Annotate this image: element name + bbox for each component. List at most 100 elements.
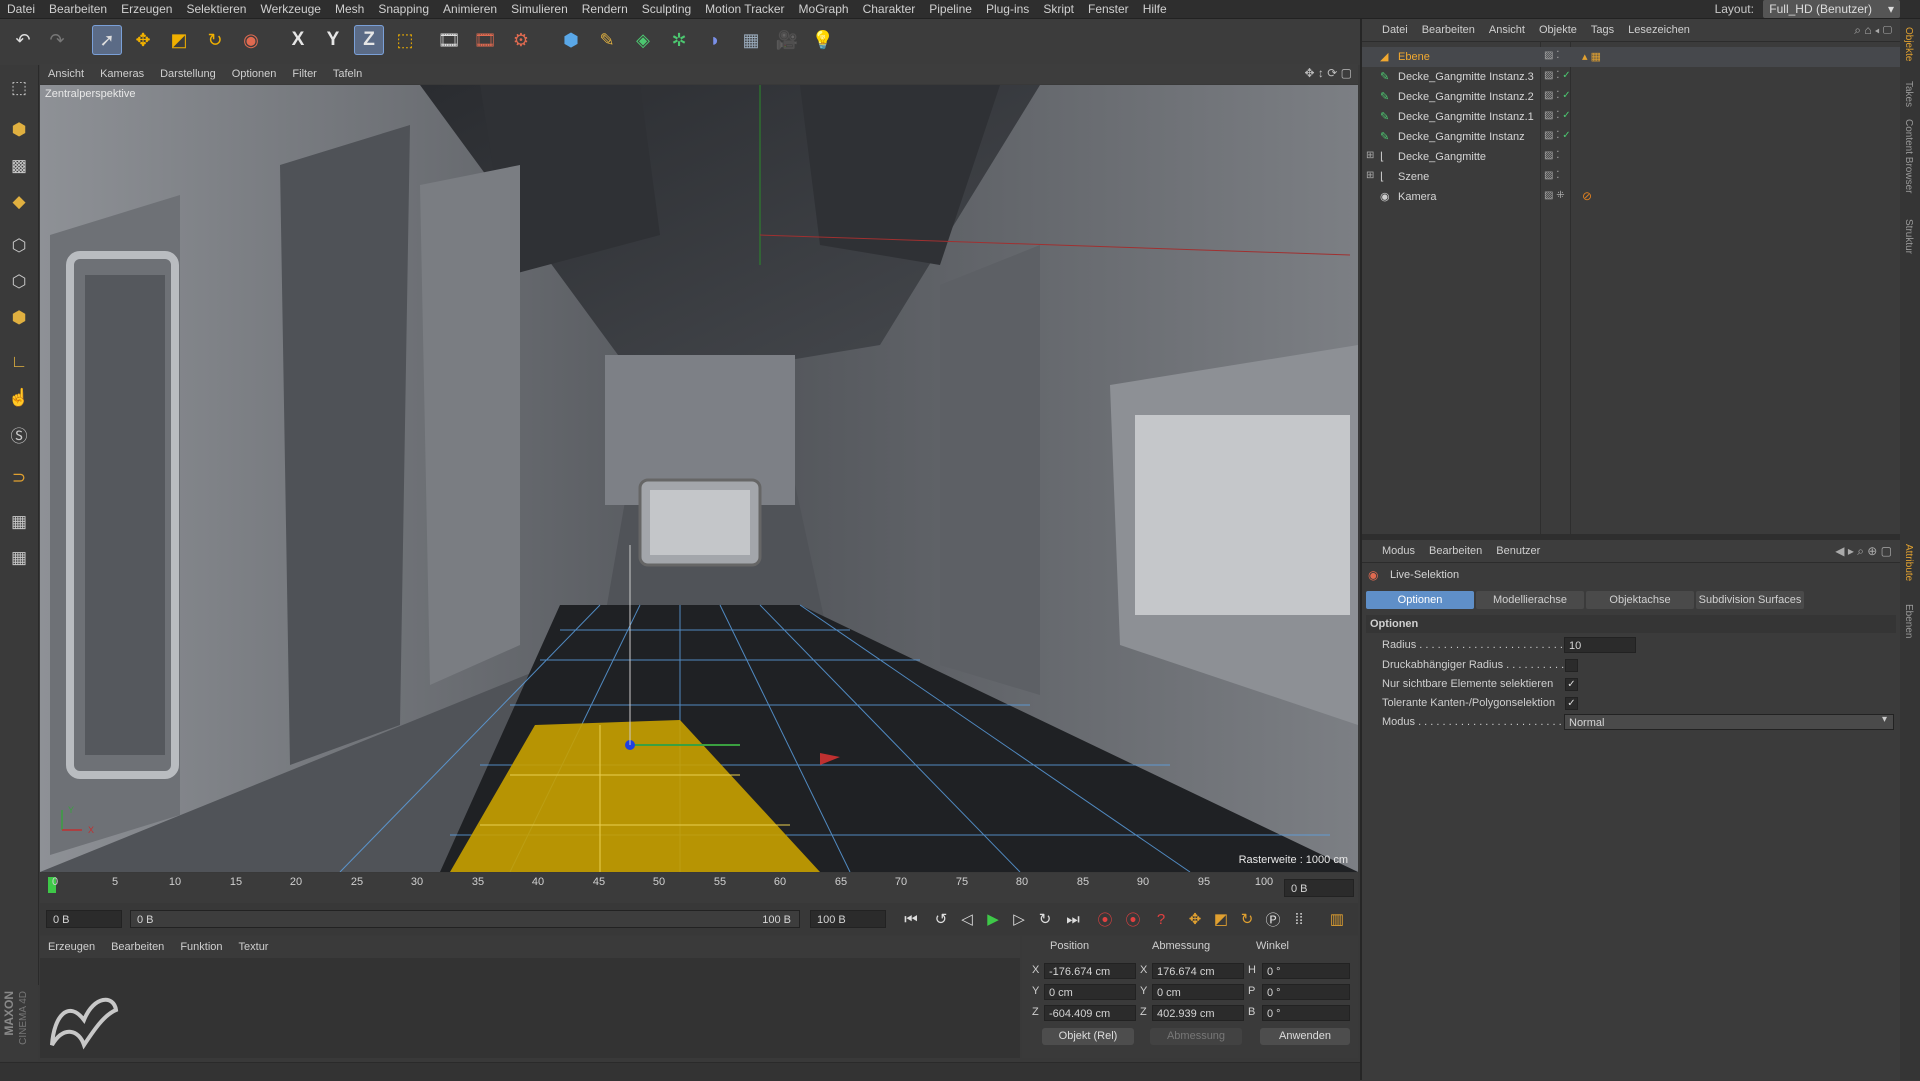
visible-only-checkbox[interactable]: ✓ (1565, 678, 1578, 691)
object-row-ebene[interactable]: ◢ Ebene ▨ ⁚ ▴ ▦ (1362, 47, 1900, 67)
redo-icon[interactable]: ↷ (42, 25, 72, 55)
next-key-icon[interactable]: ↻ (1034, 908, 1056, 930)
axis-x-button[interactable]: X (283, 25, 313, 55)
menu-rendern[interactable]: Rendern (575, 0, 635, 18)
mat-menu-bearbeiten[interactable]: Bearbeiten (103, 936, 172, 958)
tab-subdivision-surfaces[interactable]: Subdivision Surfaces (1696, 591, 1804, 609)
section-header[interactable]: Optionen (1366, 615, 1896, 633)
visibility-toggle-icon[interactable]: ▨ ⁚ ✓ (1544, 130, 1571, 141)
menu-erzeugen[interactable]: Erzeugen (114, 0, 179, 18)
light-icon[interactable]: 💡 (808, 25, 838, 55)
end-frame-field[interactable]: 100 B (810, 910, 886, 928)
object-name[interactable]: Kamera (1398, 187, 1437, 207)
om-menu-objekte[interactable]: Objekte (1532, 19, 1584, 41)
cube-icon[interactable]: ⬢ (556, 25, 586, 55)
om-search-icon[interactable]: ⌕ ⌂ ◂ ▢ (1854, 23, 1892, 38)
prev-frame-icon[interactable]: ◁ (956, 908, 978, 930)
spline-pen-icon[interactable]: ✎ (592, 25, 622, 55)
record-keyframe-icon[interactable]: ⦿ (1094, 908, 1116, 930)
am-nav-icons[interactable]: ◀ ▸ ⌕ ⊕ ▢ (1835, 544, 1892, 559)
expand-icon[interactable]: ⊞ (1366, 150, 1374, 161)
chevron-down-icon[interactable]: ▾ (1882, 714, 1887, 725)
scale-icon[interactable]: ◩ (164, 25, 194, 55)
tab-optionen[interactable]: Optionen (1366, 591, 1474, 609)
om-menu-bearbeiten[interactable]: Bearbeiten (1415, 19, 1482, 41)
object-row-instanz[interactable]: ✎ Decke_Gangmitte Instanz ▨ ⁚ ✓ (1362, 127, 1900, 147)
rotate-icon[interactable]: ↻ (200, 25, 230, 55)
rot-h-field[interactable]: 0 ° (1262, 963, 1350, 979)
pressure-radius-checkbox[interactable] (1565, 659, 1578, 672)
rot-b-field[interactable]: 0 ° (1262, 1005, 1350, 1021)
visibility-toggle-icon[interactable]: ▨ ⁚ (1544, 170, 1559, 181)
object-name[interactable]: Decke_Gangmitte Instanz.3 (1398, 67, 1534, 87)
workplane-icon[interactable]: ◆ (4, 187, 34, 217)
menu-fenster[interactable]: Fenster (1081, 0, 1136, 18)
subdivision-icon[interactable]: ◈ (628, 25, 658, 55)
vtab-objekte[interactable]: Objekte (1903, 27, 1914, 61)
key-parameter-icon[interactable]: Ⓟ (1262, 908, 1284, 930)
tab-modellierachse[interactable]: Modellierachse (1476, 591, 1584, 609)
size-y-field[interactable]: 0 cm (1152, 984, 1244, 1000)
3d-viewport[interactable]: Zentralperspektive Y X Rasterweite : 100… (40, 85, 1358, 872)
key-scale-icon[interactable]: ◩ (1210, 908, 1232, 930)
am-menu-modus[interactable]: Modus (1362, 540, 1422, 562)
pos-z-field[interactable]: -604.409 cm (1044, 1005, 1136, 1021)
visibility-toggle-icon[interactable]: ▨ ⁚ ✓ (1544, 70, 1571, 81)
current-frame-field[interactable]: 0 B (1284, 879, 1354, 897)
menu-snapping[interactable]: Snapping (371, 0, 436, 18)
menu-mesh[interactable]: Mesh (328, 0, 371, 18)
frame-range-slider[interactable]: 0 B 100 B (130, 910, 800, 928)
am-menu-benutzer[interactable]: Benutzer (1489, 540, 1547, 562)
camera-label[interactable]: Zentralperspektive (45, 88, 136, 100)
points-mode-icon[interactable]: ⬡ (4, 231, 34, 261)
vp-menu-filter[interactable]: Filter (284, 64, 324, 84)
next-frame-icon[interactable]: ▷ (1008, 908, 1030, 930)
undo-icon[interactable]: ↶ (8, 25, 38, 55)
menu-selektieren[interactable]: Selektieren (179, 0, 253, 18)
size-z-field[interactable]: 402.939 cm (1152, 1005, 1244, 1021)
vtab-content-browser[interactable]: Content Browser (1903, 119, 1914, 193)
pos-y-field[interactable]: 0 cm (1044, 984, 1136, 1000)
object-name[interactable]: Szene (1398, 167, 1429, 187)
workplane-lock-icon[interactable]: ▦ (4, 507, 34, 537)
object-name[interactable]: Decke_Gangmitte Instanz.2 (1398, 87, 1534, 107)
coord-mode-dropdown[interactable]: Objekt (Rel) (1042, 1028, 1134, 1045)
planar-workplane-icon[interactable]: ▦ (4, 543, 34, 573)
timeline-layout-icon[interactable]: ▥ (1326, 908, 1348, 930)
menu-datei[interactable]: Datei (0, 0, 42, 18)
modus-dropdown[interactable]: Normal (1564, 714, 1894, 730)
radius-field[interactable]: 10 (1564, 637, 1636, 653)
prev-key-icon[interactable]: ↺ (930, 908, 952, 930)
key-rotation-icon[interactable]: ↻ (1236, 908, 1258, 930)
edges-mode-icon[interactable]: ⬡ (4, 267, 34, 297)
visibility-toggle-icon[interactable]: ▨ ⁚ ✓ (1544, 90, 1571, 101)
apply-button[interactable]: Anwenden (1260, 1028, 1350, 1045)
visibility-toggle-icon[interactable]: ▨ ⁚ ✓ (1544, 110, 1571, 121)
model-mode-icon[interactable]: ⬢ (4, 115, 34, 145)
autokey-icon[interactable]: ⦿ (1122, 908, 1144, 930)
menu-bearbeiten[interactable]: Bearbeiten (42, 0, 114, 18)
object-name[interactable]: Decke_Gangmitte Instanz.1 (1398, 107, 1534, 127)
om-menu-datei[interactable]: Datei (1362, 19, 1415, 41)
object-name[interactable]: Decke_Gangmitte (1398, 147, 1486, 167)
vtab-takes[interactable]: Takes (1903, 81, 1914, 107)
menu-charakter[interactable]: Charakter (856, 0, 923, 18)
cloner-icon[interactable]: ✲ (664, 25, 694, 55)
axis-mode-icon[interactable]: ∟ (4, 347, 34, 377)
object-row-kamera[interactable]: ◉ Kamera ▨ ⁜ ⊘ (1362, 187, 1900, 207)
rot-p-field[interactable]: 0 ° (1262, 984, 1350, 1000)
floor-icon[interactable]: ▦ (736, 25, 766, 55)
expand-icon[interactable]: ⊞ (1366, 170, 1374, 181)
mat-menu-textur[interactable]: Textur (231, 936, 277, 958)
protection-tag-icon[interactable]: ⊘ (1582, 189, 1592, 203)
vtab-struktur[interactable]: Struktur (1903, 219, 1914, 254)
object-row-instanz1[interactable]: ✎ Decke_Gangmitte Instanz.1 ▨ ⁚ ✓ (1362, 107, 1900, 127)
pos-x-field[interactable]: -176.674 cm (1044, 963, 1136, 979)
go-to-start-icon[interactable]: ⏮ (900, 908, 922, 930)
object-row-decke-gangmitte[interactable]: ⊞ ⌊ Decke_Gangmitte ▨ ⁚ (1362, 147, 1900, 167)
render-picture-viewer-icon[interactable]: 🎞 (470, 25, 500, 55)
menu-plugins[interactable]: Plug-ins (979, 0, 1036, 18)
size-mode-dropdown[interactable]: Abmessung (1150, 1028, 1242, 1045)
viewport-nav-icons[interactable]: ✥ ↕ ⟳ ▢ (1305, 66, 1352, 80)
size-x-field[interactable]: 176.674 cm (1152, 963, 1244, 979)
